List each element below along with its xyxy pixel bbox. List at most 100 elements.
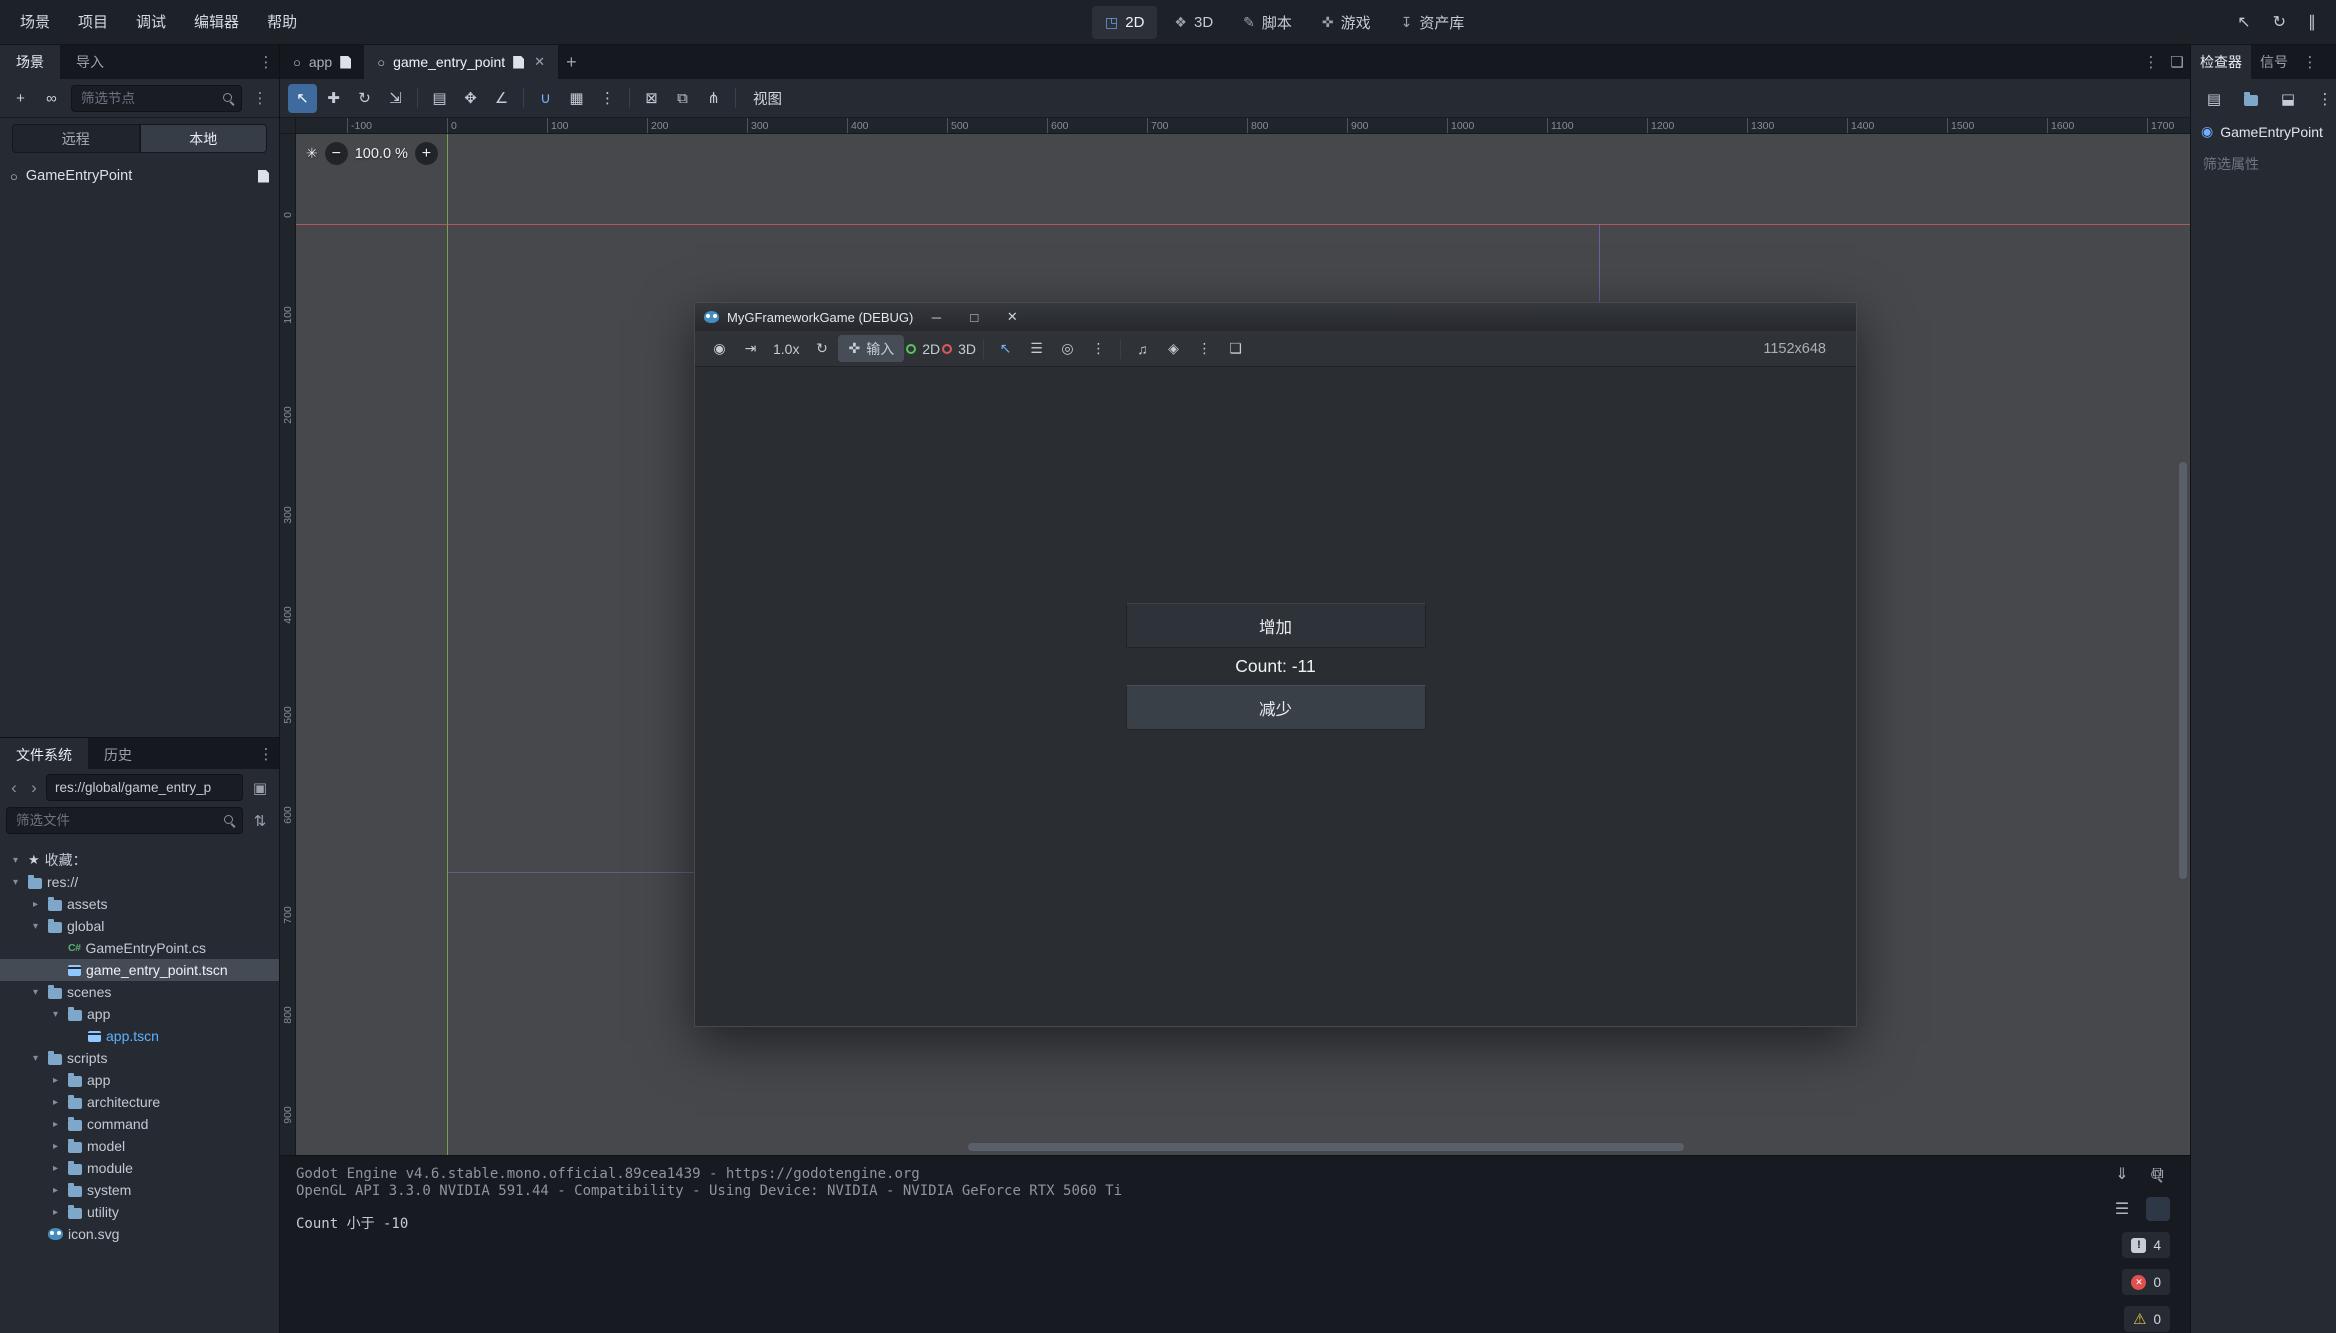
file-tree-item[interactable]: ▾res:// (0, 871, 279, 893)
file-tree-item[interactable]: ▾★收藏： (0, 849, 279, 871)
tab-信号[interactable]: 信号 (2251, 45, 2297, 79)
file-tree-item[interactable]: ▸architecture (0, 1091, 279, 1113)
chevron-right-icon[interactable]: ▸ (28, 899, 43, 910)
split-view-icon[interactable]: ▣ (247, 779, 273, 797)
chevron-right-icon[interactable]: ▸ (48, 1097, 63, 1108)
tab-文件系统[interactable]: 文件系统 (0, 738, 88, 769)
history-back-icon[interactable]: ‹ (6, 778, 22, 798)
chevron-right-icon[interactable]: ▸ (48, 1141, 63, 1152)
scene-tab-game_entry_point[interactable]: ○game_entry_point✕ (364, 45, 558, 79)
select-tool[interactable]: ↖ (288, 84, 317, 113)
filter-files-input[interactable] (6, 807, 243, 834)
skeleton-options-menu[interactable]: ⋔ (699, 84, 728, 113)
camera-2d-toggle[interactable]: 2D (906, 335, 940, 362)
debug-menu-button[interactable]: ◉ (705, 335, 734, 362)
grid-snap-toggle[interactable]: ▦ (562, 84, 591, 113)
input-mode-toggle[interactable]: ✜输入 (838, 335, 904, 362)
file-tree-item[interactable]: app.tscn (0, 1025, 279, 1047)
inspector-menu-icon[interactable]: ⋮ (2314, 88, 2336, 110)
move-tool[interactable]: ✚ (319, 84, 348, 113)
chevron-down-icon[interactable]: ▾ (28, 987, 43, 998)
pause-icon[interactable]: ∥ (2308, 12, 2316, 32)
menu-帮助[interactable]: 帮助 (253, 0, 311, 45)
close-icon[interactable]: ✕ (534, 54, 545, 70)
file-tree-item[interactable]: ▸module (0, 1157, 279, 1179)
remote-tab[interactable]: 远程 (12, 124, 140, 153)
scene-dock-menu-icon[interactable]: ⋮ (253, 45, 279, 79)
distraction-free-icon[interactable]: ❏ (2164, 45, 2190, 79)
snap-options-menu[interactable]: ⋮ (593, 84, 622, 113)
history-forward-icon[interactable]: › (26, 778, 42, 798)
filesystem-menu-icon[interactable]: ⋮ (253, 738, 279, 769)
message-count-badge[interactable]: !4 (2122, 1232, 2170, 1258)
game-window-titlebar[interactable]: MyGFrameworkGame (DEBUG) ─ □ ✕ (695, 303, 1856, 331)
inspector-filter[interactable]: 筛选属性 (2191, 144, 2336, 184)
vertical-scrollbar[interactable] (2179, 462, 2187, 879)
sort-files-icon[interactable]: ⇅ (247, 812, 273, 830)
error-count-badge[interactable]: ✕0 (2122, 1269, 2170, 1295)
tab-导入[interactable]: 导入 (60, 45, 120, 79)
rotate-tool[interactable]: ↻ (350, 84, 379, 113)
camera-3d-toggle[interactable]: 3D (942, 335, 976, 362)
file-tree-item[interactable]: ▸command (0, 1113, 279, 1135)
file-tree-item[interactable]: ▸assets (0, 893, 279, 915)
editor-layout-menu-icon[interactable]: ⋮ (2138, 45, 2164, 79)
menu-项目[interactable]: 项目 (64, 0, 122, 45)
increase-button[interactable]: 增加 (1126, 603, 1426, 648)
file-tree-item[interactable]: ▾app (0, 1003, 279, 1025)
filter-nodes-input[interactable] (71, 85, 242, 112)
chevron-down-icon[interactable]: ▾ (28, 921, 43, 932)
sun-icon[interactable]: ✳ (306, 145, 318, 162)
scene-tree-root-node[interactable]: ○ GameEntryPoint (0, 163, 279, 189)
reset-speed-button[interactable]: ↻ (807, 335, 836, 362)
close-button[interactable]: ✕ (997, 309, 1027, 325)
file-tree-item[interactable]: ▾scripts (0, 1047, 279, 1069)
menu-编辑器[interactable]: 编辑器 (180, 0, 253, 45)
chevron-right-icon[interactable]: ▸ (48, 1163, 63, 1174)
list-select-tool[interactable]: ▤ (425, 84, 454, 113)
ruler-tool[interactable]: ∠ (487, 84, 516, 113)
file-tree-item[interactable]: ▸system (0, 1179, 279, 1201)
chevron-down-icon[interactable]: ▾ (8, 855, 23, 866)
save-resource-icon[interactable]: ⬓ (2277, 88, 2299, 110)
file-tree-item[interactable]: game_entry_point.tscn (0, 959, 279, 981)
current-path-input[interactable] (46, 774, 243, 801)
local-tab[interactable]: 本地 (140, 124, 268, 153)
chevron-right-icon[interactable]: ▸ (48, 1207, 63, 1218)
file-tree-item[interactable]: ▾global (0, 915, 279, 937)
save-log-icon[interactable]: ⇓ (2110, 1162, 2134, 1186)
lock-node-button[interactable]: ⊠ (637, 84, 666, 113)
tab-场景[interactable]: 场景 (0, 45, 60, 79)
file-tree-item[interactable]: ▸utility (0, 1201, 279, 1223)
add-node-button[interactable]: + (6, 84, 35, 113)
file-tree-item[interactable]: icon.svg (0, 1223, 279, 1245)
chevron-down-icon[interactable]: ▾ (8, 877, 23, 888)
minimize-button[interactable]: ─ (921, 310, 951, 325)
chevron-right-icon[interactable]: ▸ (48, 1185, 63, 1196)
new-resource-icon[interactable]: ▤ (2203, 88, 2225, 110)
view-menu[interactable]: 视图 (741, 88, 794, 109)
script-icon[interactable] (258, 170, 269, 183)
restart-icon[interactable]: ↻ (2273, 12, 2286, 32)
pan-tool[interactable]: ✥ (456, 84, 485, 113)
file-tree-item[interactable]: ▸app (0, 1069, 279, 1091)
chevron-right-icon[interactable]: ▸ (48, 1075, 63, 1086)
zoom-out-button[interactable]: − (325, 142, 348, 165)
fullscreen-button[interactable]: ❏ (1221, 335, 1250, 362)
smart-snap-toggle[interactable]: ∪ (531, 84, 560, 113)
file-tree-item[interactable]: ▸model (0, 1135, 279, 1157)
warning-count-badge[interactable]: ⚠0 (2124, 1306, 2170, 1332)
file-tree-item[interactable]: C#GameEntryPoint.cs (0, 937, 279, 959)
tab-历史[interactable]: 历史 (88, 738, 148, 769)
mode-2d[interactable]: ◳2D (1092, 6, 1157, 39)
decrease-button[interactable]: 减少 (1126, 685, 1426, 730)
clear-log-icon[interactable]: ☰ (2110, 1197, 2134, 1221)
file-tree-item[interactable]: ▾scenes (0, 981, 279, 1003)
mode-game[interactable]: ✜游戏 (1309, 6, 1384, 39)
tab-检查器[interactable]: 检查器 (2191, 45, 2251, 79)
group-node-button[interactable]: ⧉ (668, 84, 697, 113)
view-options-menu[interactable]: ⋮ (1084, 335, 1113, 362)
load-resource-icon[interactable] (2240, 88, 2262, 110)
add-scene-tab-button[interactable]: + (558, 45, 585, 79)
chevron-down-icon[interactable]: ▾ (28, 1053, 43, 1064)
